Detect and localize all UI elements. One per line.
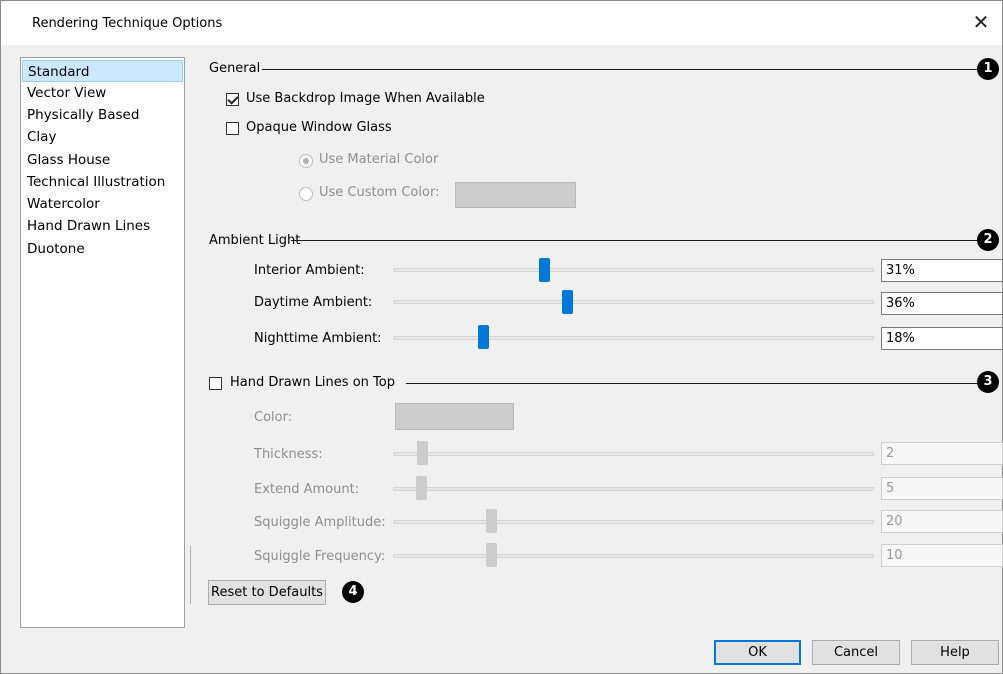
ambient-group-label: Ambient Light	[209, 233, 301, 248]
use-material-color-radio[interactable]	[299, 154, 313, 168]
squiggle-amplitude-label: Squiggle Amplitude:	[254, 515, 386, 530]
hand-drawn-color-label: Color:	[254, 410, 293, 425]
squiggle-frequency-label: Squiggle Frequency:	[254, 549, 386, 564]
technique-item-standard[interactable]: Standard	[22, 60, 183, 82]
opaque-glass-checkbox[interactable]	[226, 122, 239, 135]
close-icon[interactable]: ✕	[970, 11, 992, 33]
squiggle-amplitude-slider-thumb[interactable]	[486, 509, 497, 533]
extend-amount-slider-thumb[interactable]	[416, 476, 427, 500]
interior-ambient-slider-thumb[interactable]	[539, 258, 550, 282]
rendering-technique-dialog: Rendering Technique Options ✕ Standard V…	[0, 0, 1003, 674]
squiggle-amplitude-value[interactable]: 20	[881, 510, 1003, 533]
hand-drawn-lines-checkbox[interactable]	[209, 377, 222, 390]
use-custom-color-label: Use Custom Color:	[319, 185, 440, 200]
technique-item-hand-drawn-lines[interactable]: Hand Drawn Lines	[22, 215, 183, 237]
interior-ambient-label: Interior Ambient:	[254, 263, 365, 278]
daytime-ambient-value[interactable]: 36%	[881, 292, 1003, 315]
callout-badge-4: 4	[342, 581, 364, 603]
squiggle-amplitude-track[interactable]	[393, 520, 874, 524]
technique-item-duotone[interactable]: Duotone	[22, 238, 183, 260]
callout-badge-2: 2	[977, 229, 999, 251]
thickness-track[interactable]	[393, 452, 874, 456]
hand-drawn-divider	[406, 383, 978, 384]
help-button[interactable]: Help	[911, 640, 999, 665]
hand-drawn-lines-label: Hand Drawn Lines on Top	[230, 375, 395, 390]
callout-badge-1: 1	[977, 58, 999, 80]
nighttime-ambient-slider-thumb[interactable]	[478, 325, 489, 349]
technique-item-glass-house[interactable]: Glass House	[22, 149, 183, 171]
nighttime-ambient-track[interactable]	[393, 336, 874, 340]
extend-amount-label: Extend Amount:	[254, 482, 360, 497]
technique-item-clay[interactable]: Clay	[22, 126, 183, 148]
use-backdrop-label: Use Backdrop Image When Available	[246, 91, 485, 106]
dialog-title: Rendering Technique Options	[32, 16, 223, 31]
extend-amount-track[interactable]	[393, 487, 874, 491]
extend-amount-value[interactable]: 5	[881, 477, 1003, 500]
splitter-handle[interactable]	[190, 546, 191, 604]
use-backdrop-checkbox[interactable]	[226, 93, 239, 106]
technique-item-technical-illustration[interactable]: Technical Illustration	[22, 171, 183, 193]
use-material-color-label: Use Material Color	[319, 152, 439, 167]
nighttime-ambient-value[interactable]: 18%	[881, 327, 1003, 350]
custom-color-swatch[interactable]	[455, 182, 576, 208]
use-custom-color-radio[interactable]	[299, 187, 313, 201]
thickness-value[interactable]: 2	[881, 442, 1003, 465]
ambient-divider	[291, 240, 978, 241]
squiggle-frequency-slider-thumb[interactable]	[486, 543, 497, 567]
reset-to-defaults-button[interactable]: Reset to Defaults	[208, 580, 326, 605]
general-group-label: General	[209, 61, 261, 76]
technique-item-watercolor[interactable]: Watercolor	[22, 193, 183, 215]
squiggle-frequency-value[interactable]: 10	[881, 544, 1003, 567]
thickness-label: Thickness:	[254, 447, 323, 462]
daytime-ambient-track[interactable]	[393, 300, 874, 304]
nighttime-ambient-label: Nighttime Ambient:	[254, 331, 382, 346]
squiggle-frequency-track[interactable]	[393, 554, 874, 558]
title-bar: Rendering Technique Options ✕	[1, 1, 1002, 45]
hand-drawn-color-swatch[interactable]	[395, 403, 514, 430]
ok-button[interactable]: OK	[714, 640, 801, 665]
cancel-button[interactable]: Cancel	[812, 640, 900, 665]
general-divider	[262, 69, 978, 70]
opaque-glass-label: Opaque Window Glass	[246, 120, 392, 135]
technique-list[interactable]: Standard Vector View Physically Based Cl…	[20, 57, 185, 628]
interior-ambient-track[interactable]	[393, 268, 874, 272]
technique-item-physically-based[interactable]: Physically Based	[22, 104, 183, 126]
daytime-ambient-label: Daytime Ambient:	[254, 295, 373, 310]
daytime-ambient-slider-thumb[interactable]	[562, 290, 573, 314]
technique-item-vector-view[interactable]: Vector View	[22, 82, 183, 104]
callout-badge-3: 3	[977, 371, 999, 393]
interior-ambient-value[interactable]: 31%	[881, 259, 1003, 282]
thickness-slider-thumb[interactable]	[417, 441, 428, 465]
